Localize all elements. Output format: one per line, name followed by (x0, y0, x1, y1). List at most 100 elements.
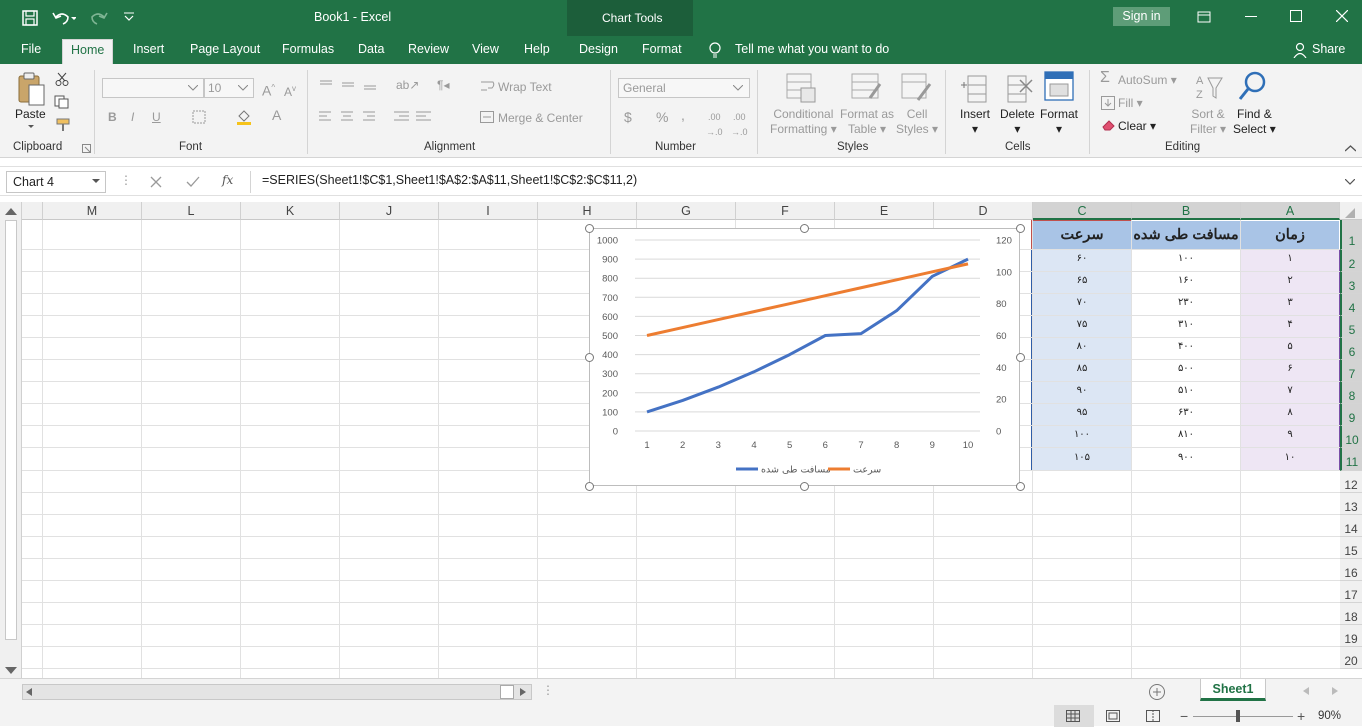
vertical-align-icons[interactable] (318, 79, 378, 91)
data-cell[interactable]: ۷۰ (1033, 294, 1131, 315)
tab-splitter[interactable]: ⋮ (542, 683, 554, 697)
format-cells-icon[interactable] (1043, 70, 1075, 104)
data-cell[interactable]: ۱۰۰ (1132, 250, 1240, 271)
formula-input[interactable]: =SERIES(Sheet1!$C$1,Sheet1!$A$2:$A$11,Sh… (262, 173, 637, 187)
data-cell[interactable]: ۸۰ (1033, 338, 1131, 359)
find-magnifier-icon[interactable] (1237, 70, 1269, 104)
header-cell-a[interactable]: زمان (1241, 221, 1339, 249)
sheet-tab-sheet1[interactable]: Sheet1 (1200, 679, 1266, 701)
tab-home[interactable]: Home (62, 39, 113, 64)
wrap-text-icon[interactable] (480, 79, 496, 93)
wrap-text-button[interactable]: Wrap Text (498, 80, 552, 95)
chart-resize-handle[interactable] (1016, 224, 1025, 233)
header-cell-c[interactable]: سرعت (1033, 221, 1131, 249)
tab-insert[interactable]: Insert (133, 42, 164, 56)
column-header-k[interactable]: K (241, 202, 340, 220)
column-header-g[interactable]: G (637, 202, 736, 220)
autosum-icon[interactable]: Σ (1100, 70, 1110, 85)
indent-icons[interactable] (393, 111, 433, 123)
data-cell[interactable]: ۹۵ (1033, 404, 1131, 425)
row-header-9[interactable]: 9 (1340, 404, 1362, 426)
paste-button[interactable]: Paste (15, 107, 46, 122)
data-cell[interactable]: ۱ (1241, 250, 1339, 271)
name-box-dropdown-icon[interactable] (92, 179, 100, 184)
tab-design[interactable]: Design (579, 42, 618, 56)
data-cell[interactable]: ۸۵ (1033, 360, 1131, 381)
row-header-19[interactable]: 19 (1340, 625, 1362, 647)
cell-styles-icon[interactable] (900, 72, 934, 104)
horizontal-scrollbar[interactable] (22, 684, 532, 700)
row-header-3[interactable]: 3 (1340, 272, 1362, 294)
column-header-i[interactable]: I (439, 202, 538, 220)
merge-center-button[interactable]: Merge & Center (498, 111, 583, 126)
row-header-18[interactable]: 18 (1340, 603, 1362, 625)
increase-font-size-icon[interactable]: A^ (262, 80, 275, 99)
data-cell[interactable]: ۵۱۰ (1132, 382, 1240, 403)
zoom-level[interactable]: 90% (1318, 710, 1341, 722)
zoom-slider-thumb[interactable] (1236, 710, 1240, 722)
tell-me-search[interactable]: Tell me what you want to do (735, 42, 889, 56)
column-header-e[interactable]: E (835, 202, 934, 220)
undo-icon[interactable] (52, 10, 76, 26)
comma-style-icon[interactable]: , (681, 108, 685, 123)
conditional-formatting-icon[interactable] (785, 72, 819, 104)
data-cell[interactable]: ۹ (1241, 426, 1339, 447)
row-header-10[interactable]: 10 (1340, 426, 1362, 448)
sign-in-button[interactable]: Sign in (1113, 7, 1170, 26)
row-header-12[interactable]: 12 (1340, 471, 1362, 493)
data-cell[interactable]: ۱۰۵ (1033, 448, 1131, 470)
share-button[interactable]: Share (1312, 42, 1345, 56)
line-chart[interactable]: 0100200300400500600700800900100002040608… (589, 228, 1020, 486)
data-cell[interactable]: ۲ (1241, 272, 1339, 293)
column-header-a[interactable]: A (1241, 202, 1340, 220)
tab-review[interactable]: Review (408, 42, 449, 56)
font-color-icon[interactable]: A (272, 108, 281, 123)
tab-page-layout[interactable]: Page Layout (190, 42, 260, 56)
copy-icon[interactable] (54, 95, 70, 109)
underline-button[interactable]: U (152, 110, 161, 125)
find-select-button[interactable]: Find &Select ▾ (1233, 107, 1276, 137)
data-cell[interactable]: ۵ (1241, 338, 1339, 359)
format-cells-button[interactable]: Format▾ (1040, 107, 1078, 137)
paste-icon[interactable] (16, 71, 46, 107)
row-header-6[interactable]: 6 (1340, 338, 1362, 360)
data-cell[interactable]: ۸ (1241, 404, 1339, 425)
page-break-view-icon[interactable] (1146, 710, 1160, 722)
sort-filter-icon[interactable]: AZ (1194, 72, 1226, 104)
font-size-dropdown-icon[interactable] (238, 85, 248, 91)
rtl-direction-icon[interactable]: ¶◂ (437, 78, 449, 93)
accounting-format-icon[interactable]: $ (624, 110, 632, 125)
collapse-ribbon-icon[interactable] (1345, 145, 1356, 152)
data-cell[interactable]: ۳۱۰ (1132, 316, 1240, 337)
chart-resize-handle[interactable] (585, 224, 594, 233)
horizontal-scroll-thumb[interactable] (500, 685, 514, 699)
normal-view-icon[interactable] (1066, 710, 1080, 722)
expand-formula-bar-icon[interactable] (1345, 179, 1355, 185)
chart-resize-handle[interactable] (800, 224, 809, 233)
merge-center-icon[interactable] (480, 111, 494, 123)
data-cell[interactable]: ۳ (1241, 294, 1339, 315)
column-header-c[interactable]: C (1033, 202, 1132, 220)
format-painter-icon[interactable] (55, 118, 71, 132)
fill-color-icon[interactable] (236, 108, 252, 126)
name-box[interactable]: Chart 4 (6, 171, 106, 193)
row-header-2[interactable]: 2 (1340, 250, 1362, 272)
insert-cells-icon[interactable] (960, 72, 992, 104)
conditional-formatting-button[interactable]: ConditionalFormatting ▾ (770, 107, 837, 137)
column-header-j[interactable]: J (340, 202, 439, 220)
cell-styles-button[interactable]: CellStyles ▾ (896, 107, 938, 137)
bold-button[interactable]: B (108, 110, 117, 125)
data-cell[interactable]: ۴ (1241, 316, 1339, 337)
borders-icon[interactable] (192, 110, 206, 124)
data-cell[interactable]: ۱۰۰ (1033, 426, 1131, 447)
scroll-up-icon[interactable] (5, 207, 17, 215)
row-header-20[interactable]: 20 (1340, 647, 1362, 669)
row-header-14[interactable]: 14 (1340, 515, 1362, 537)
data-cell[interactable]: ۱۶۰ (1132, 272, 1240, 293)
chart-resize-handle[interactable] (585, 482, 594, 491)
data-cell[interactable]: ۵۰۰ (1132, 360, 1240, 381)
number-format-box[interactable]: General (618, 78, 750, 98)
tab-view[interactable]: View (472, 42, 499, 56)
horizontal-align-icons[interactable] (318, 111, 380, 123)
delete-cells-icon[interactable] (1002, 72, 1034, 104)
